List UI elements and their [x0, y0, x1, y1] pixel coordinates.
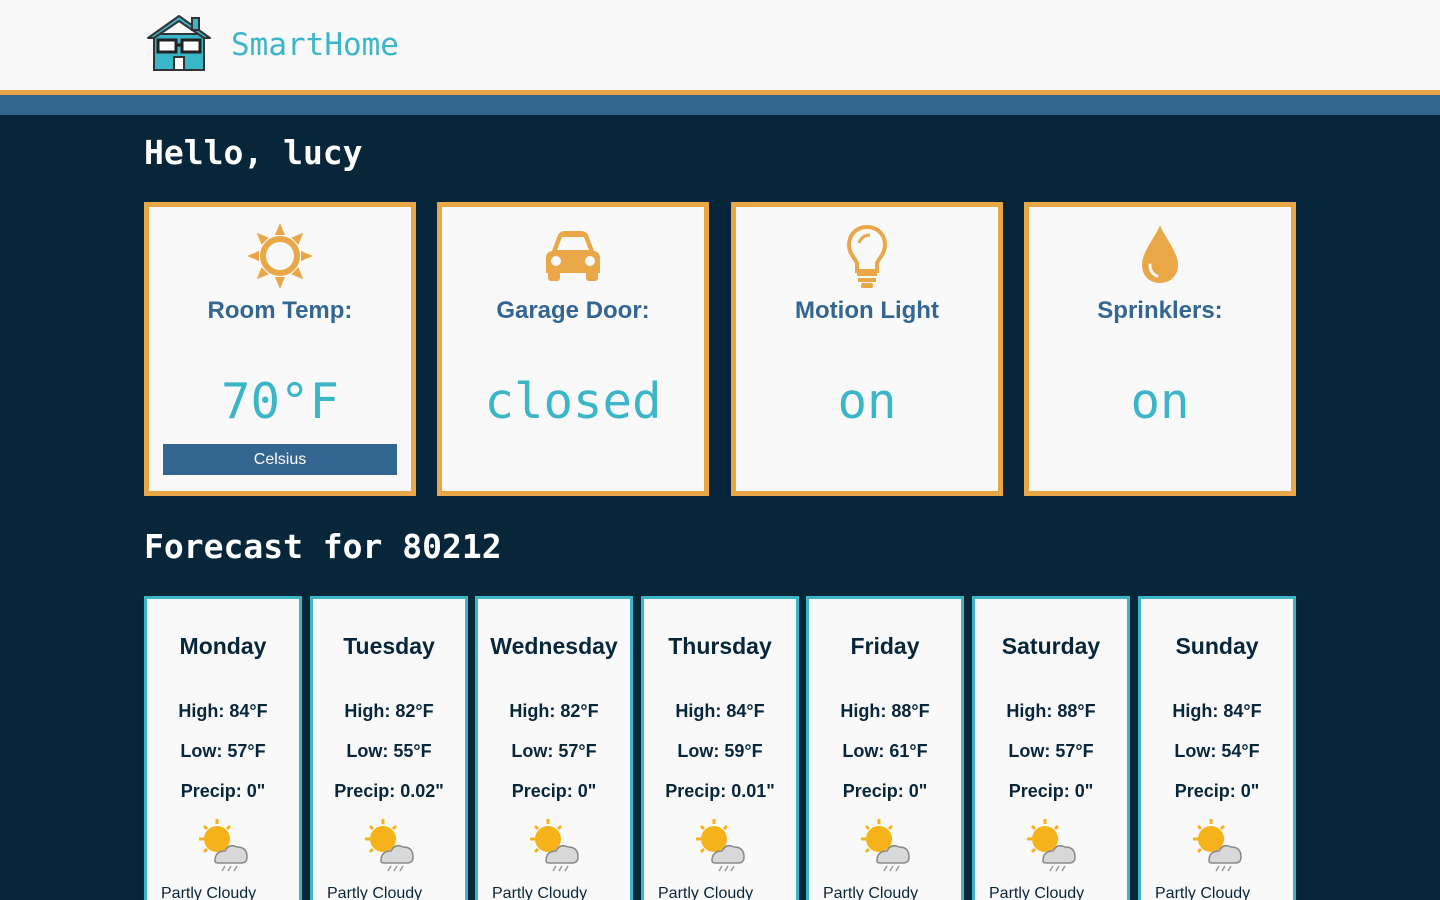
day-name: Friday: [850, 633, 920, 659]
device-value: on: [1130, 373, 1190, 430]
device-label: Garage Door:: [496, 297, 650, 324]
day-name: Sunday: [1175, 633, 1259, 659]
precipitation: Precip: 0": [842, 781, 928, 801]
device-value: on: [837, 373, 897, 430]
app-brand-name[interactable]: SmartHome: [231, 27, 399, 63]
high-temp: High: 88°F: [840, 701, 930, 721]
forecast-day-card: Monday High: 84°F Low: 57°F Precip: 0" P…: [144, 596, 302, 900]
device-value: closed: [484, 373, 662, 430]
partly-cloudy-icon: [857, 817, 913, 873]
lightbulb-icon: [832, 221, 902, 291]
greeting-heading: Hello, lucy: [144, 133, 363, 172]
low-temp: Low: 57°F: [1008, 741, 1094, 761]
high-temp: High: 88°F: [1006, 701, 1096, 721]
forecast-day-card: Friday High: 88°F Low: 61°F Precip: 0" P…: [806, 596, 964, 900]
low-temp: Low: 57°F: [180, 741, 266, 761]
car-icon: [538, 221, 608, 291]
day-name: Thursday: [668, 633, 772, 659]
weather-condition: Partly Cloudy: [989, 885, 1085, 900]
partly-cloudy-icon: [361, 817, 417, 873]
partly-cloudy-icon: [1189, 817, 1245, 873]
weather-condition: Partly Cloudy: [823, 885, 919, 900]
low-temp: Low: 61°F: [842, 741, 928, 761]
high-temp: High: 82°F: [509, 701, 599, 721]
precipitation: Precip: 0": [1008, 781, 1094, 801]
precipitation: Precip: 0.01": [665, 781, 775, 801]
weather-condition: Partly Cloudy: [1155, 885, 1251, 900]
day-name: Tuesday: [343, 633, 435, 659]
day-name: Monday: [179, 633, 267, 659]
device-card-garage-door: Garage Door: closed: [437, 202, 709, 496]
high-temp: High: 82°F: [344, 701, 434, 721]
water-drop-icon: [1125, 221, 1195, 291]
weather-condition: Partly Cloudy: [658, 885, 754, 900]
device-card-sprinklers: Sprinklers: on: [1024, 202, 1296, 496]
device-label: Room Temp:: [207, 297, 353, 324]
forecast-day-card: Thursday High: 84°F Low: 59°F Precip: 0.…: [641, 596, 799, 900]
precipitation: Precip: 0.02": [334, 781, 444, 801]
partly-cloudy-icon: [526, 817, 582, 873]
partly-cloudy-icon: [1023, 817, 1079, 873]
day-name: Saturday: [1001, 633, 1101, 659]
precipitation: Precip: 0": [1174, 781, 1260, 801]
low-temp: Low: 55°F: [346, 741, 432, 761]
celsius-toggle-button[interactable]: Celsius: [163, 444, 397, 475]
high-temp: High: 84°F: [1172, 701, 1262, 721]
precipitation: Precip: 0": [511, 781, 597, 801]
partly-cloudy-icon: [692, 817, 748, 873]
forecast-day-card: Sunday High: 84°F Low: 54°F Precip: 0" P…: [1138, 596, 1296, 900]
low-temp: Low: 54°F: [1174, 741, 1260, 761]
app-header: SmartHome: [0, 0, 1440, 90]
sun-icon: [245, 221, 315, 291]
low-temp: Low: 59°F: [677, 741, 763, 761]
device-value: 70°F: [220, 373, 339, 430]
weather-condition: Partly Cloudy: [161, 885, 257, 900]
high-temp: High: 84°F: [178, 701, 268, 721]
device-label: Motion Light: [795, 297, 939, 324]
precipitation: Precip: 0": [180, 781, 266, 801]
forecast-day-card: Tuesday High: 82°F Low: 55°F Precip: 0.0…: [310, 596, 468, 900]
high-temp: High: 84°F: [675, 701, 765, 721]
day-name: Wednesday: [490, 633, 618, 659]
device-label: Sprinklers:: [1097, 297, 1223, 324]
weather-condition: Partly Cloudy: [327, 885, 423, 900]
house-with-glasses-icon[interactable]: [146, 12, 212, 72]
forecast-day-card: Saturday High: 88°F Low: 57°F Precip: 0"…: [972, 596, 1130, 900]
low-temp: Low: 57°F: [511, 741, 597, 761]
forecast-heading: Forecast for 80212: [144, 527, 502, 566]
device-card-motion-light: Motion Light on: [731, 202, 1003, 496]
partly-cloudy-icon: [195, 817, 251, 873]
forecast-day-card: Wednesday High: 82°F Low: 57°F Precip: 0…: [475, 596, 633, 900]
device-card-room-temp: Room Temp: 70°F Celsius: [144, 202, 416, 496]
weather-condition: Partly Cloudy: [492, 885, 588, 900]
header-divider-blue: [0, 95, 1440, 115]
